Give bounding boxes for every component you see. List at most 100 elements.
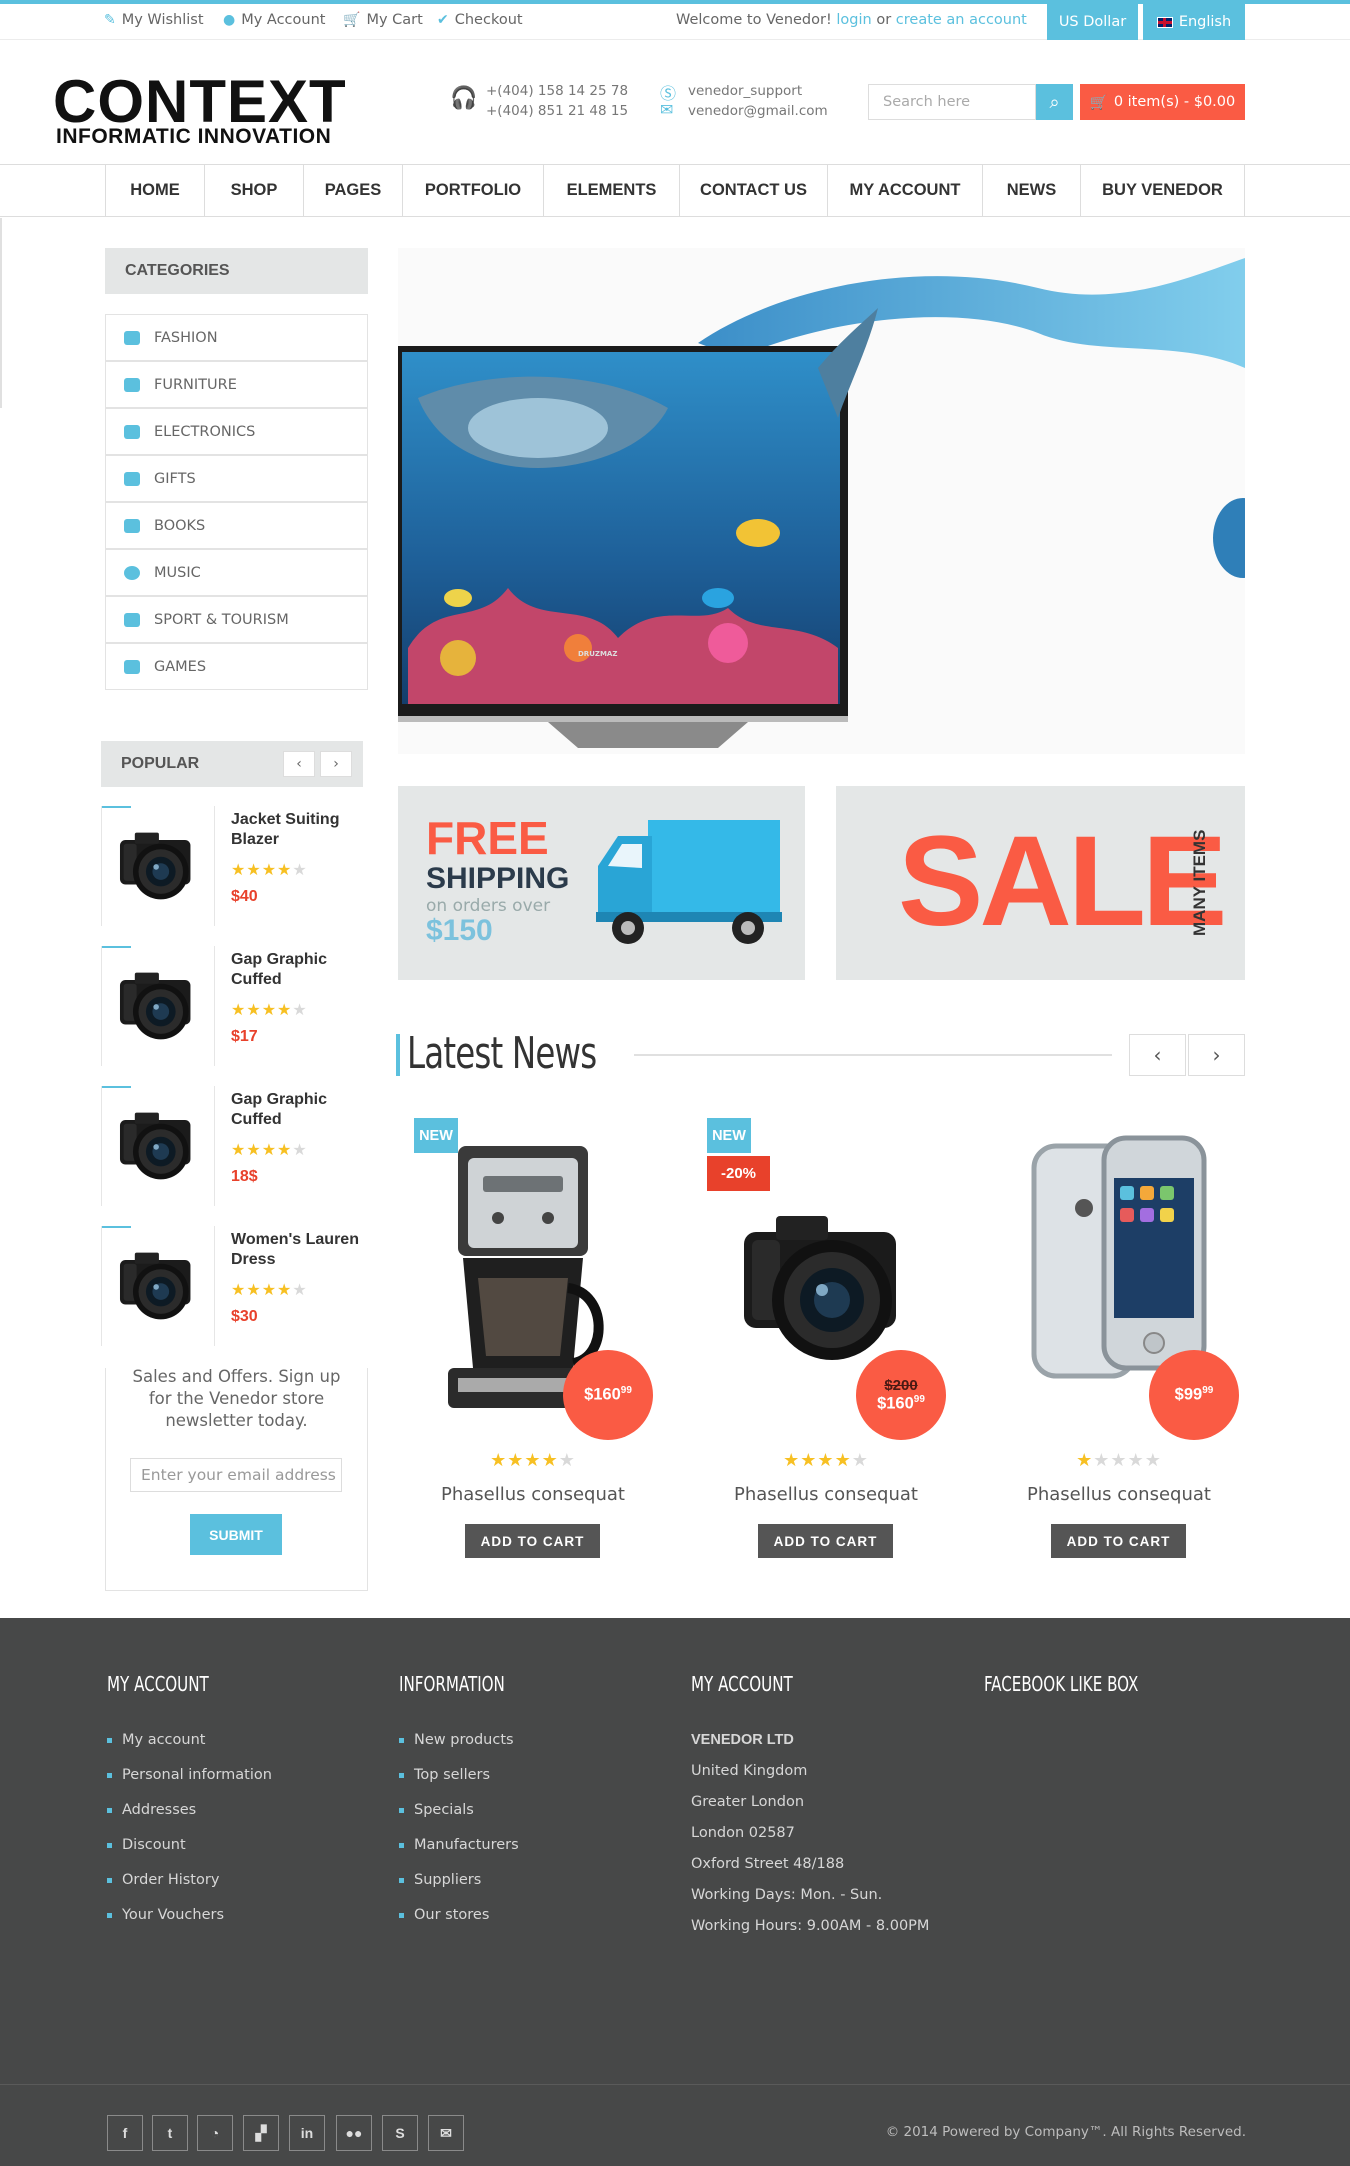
news-next-button[interactable]: › — [1188, 1034, 1245, 1076]
sale-banner[interactable]: SALE MANY ITEMS — [836, 786, 1245, 980]
footer-link[interactable]: Order History — [107, 1872, 272, 1907]
gamepad-icon — [124, 659, 140, 674]
logo-title[interactable]: CONTEXT — [53, 72, 347, 132]
nav-shop[interactable]: SHOP — [204, 165, 303, 216]
language-selector[interactable]: English — [1143, 4, 1245, 40]
camera-image[interactable] — [107, 1238, 209, 1334]
news-prev-button[interactable]: ‹ — [1129, 1034, 1186, 1076]
nav-elements[interactable]: ELEMENTS — [543, 165, 679, 216]
email-link[interactable]: venedor@gmail.com — [688, 101, 828, 121]
nav-my-account[interactable]: MY ACCOUNT — [827, 165, 982, 216]
camera-image[interactable] — [107, 818, 209, 914]
category-fashion[interactable]: FASHION — [105, 314, 368, 361]
product-name[interactable]: Phasellus consequat — [398, 1484, 668, 1505]
popular-item[interactable]: Gap Graphic Cuffed ★★★★★ $17 — [101, 946, 366, 1066]
footer-link[interactable]: Your Vouchers — [107, 1907, 272, 1942]
currency-selector[interactable]: US Dollar — [1047, 4, 1138, 40]
footer-link[interactable]: New products — [399, 1732, 519, 1767]
rating-stars: ★★★★★ — [231, 1280, 308, 1299]
newsletter-submit-button[interactable]: SUBMIT — [190, 1514, 282, 1555]
free-shipping-banner[interactable]: FREE SHIPPING on orders over $150 — [398, 786, 805, 980]
footer-link[interactable]: Our stores — [399, 1907, 519, 1942]
product-name[interactable]: Gap Graphic Cuffed — [231, 950, 371, 990]
footer-link[interactable]: Specials — [399, 1802, 519, 1837]
footer-link[interactable]: Personal information — [107, 1767, 272, 1802]
twitter-icon[interactable]: t — [152, 2115, 188, 2151]
chevron-left-icon: ‹ — [1153, 1043, 1162, 1067]
shirt-icon — [124, 330, 140, 345]
create-account-link[interactable]: create an account — [896, 12, 1027, 28]
footer-address-heading: MY ACCOUNT — [691, 1672, 793, 1696]
ship-line4: $150 — [426, 914, 493, 947]
product-card[interactable]: NEW -20% $200 $16099 ★★★★★ Phasellus con… — [691, 1118, 961, 1558]
footer-link[interactable]: Manufacturers — [399, 1837, 519, 1872]
footer-link[interactable]: Suppliers — [399, 1872, 519, 1907]
nav-news[interactable]: NEWS — [982, 165, 1080, 216]
camera-image[interactable] — [107, 1098, 209, 1194]
category-electronics[interactable]: ELECTRONICS — [105, 408, 368, 455]
category-music[interactable]: MUSIC — [105, 549, 368, 596]
product-price: 18$ — [231, 1168, 258, 1185]
add-to-cart-button[interactable]: ADD TO CART — [465, 1524, 600, 1558]
login-link[interactable]: login — [836, 12, 871, 28]
linkedin-icon[interactable]: in — [289, 2115, 325, 2151]
category-books[interactable]: BOOKS — [105, 502, 368, 549]
search-button[interactable]: ⌕ — [1036, 84, 1073, 120]
add-to-cart-button[interactable]: ADD TO CART — [758, 1524, 893, 1558]
category-furniture[interactable]: FURNITURE — [105, 361, 368, 408]
footer-link[interactable]: Top sellers — [399, 1767, 519, 1802]
nav-portfolio[interactable]: PORTFOLIO — [402, 165, 543, 216]
category-gifts[interactable]: GIFTS — [105, 455, 368, 502]
newsletter-text: Sales and Offers. Sign up for the Venedo… — [132, 1367, 341, 1430]
category-sport-tourism[interactable]: SPORT & TOURISM — [105, 596, 368, 643]
popular-prev-button[interactable]: ‹ — [283, 751, 315, 777]
delicious-icon[interactable]: ▞ — [243, 2115, 279, 2151]
search-input[interactable]: Search here — [868, 84, 1036, 120]
checkout-link[interactable]: ✔ Checkout — [437, 12, 523, 28]
contact-info: venedor_support venedor@gmail.com — [688, 83, 828, 121]
product-name[interactable]: Phasellus consequat — [691, 1484, 961, 1505]
my-cart-link[interactable]: 🛒 My Cart — [343, 12, 423, 28]
ship-line1: FREE — [426, 812, 549, 864]
product-name[interactable]: Gap Graphic Cuffed — [231, 1090, 371, 1130]
newsletter-email-input[interactable]: Enter your email address — [130, 1458, 342, 1492]
popular-item[interactable]: Jacket Suiting Blazer ★★★★★ $40 — [101, 806, 366, 926]
nav-contact-us[interactable]: CONTACT US — [679, 165, 827, 216]
top-bar: ✎ My Wishlist ● My Account 🛒 My Cart ✔ Check… — [0, 4, 1350, 40]
ship-line2: SHIPPING — [426, 862, 570, 895]
product-card[interactable]: NEW $16099 ★★★★★ Phasellus consequat ADD… — [398, 1118, 668, 1558]
footer-link[interactable]: Addresses — [107, 1802, 272, 1837]
rss-icon[interactable]: ◔ — [197, 2115, 233, 2151]
product-name[interactable]: Women's Lauren Dress — [231, 1230, 371, 1270]
facebook-icon[interactable]: f — [107, 2115, 143, 2151]
category-games[interactable]: GAMES — [105, 643, 368, 690]
footer-account-links: My account Personal information Addresse… — [107, 1732, 272, 1942]
footer-link[interactable]: My account — [107, 1732, 272, 1767]
my-account-link[interactable]: ● My Account — [223, 12, 325, 28]
gift-icon — [124, 471, 140, 486]
product-name[interactable]: Phasellus consequat — [984, 1484, 1254, 1505]
camera-image[interactable] — [107, 958, 209, 1054]
nav-buy-venedor[interactable]: BUY VENEDOR — [1080, 165, 1245, 216]
popular-item[interactable]: Gap Graphic Cuffed ★★★★★ 18$ — [101, 1086, 366, 1206]
popular-item[interactable]: Women's Lauren Dress ★★★★★ $30 — [101, 1226, 366, 1346]
nav-pages[interactable]: PAGES — [303, 165, 402, 216]
skype-icon[interactable]: S — [382, 2115, 418, 2151]
product-name[interactable]: Jacket Suiting Blazer — [231, 810, 371, 850]
product-card[interactable]: $9999 ★★★★★ Phasellus consequat ADD TO C… — [984, 1118, 1254, 1558]
disc-icon — [124, 565, 140, 580]
tv-brand-label: DRUZMAZ — [578, 650, 618, 658]
nav-home[interactable]: HOME — [105, 165, 204, 216]
flickr-icon[interactable]: ●● — [336, 2115, 372, 2151]
divider — [101, 946, 102, 1066]
divider — [101, 1086, 102, 1206]
check-icon: ✔ — [437, 12, 449, 28]
popular-next-button[interactable]: › — [320, 751, 352, 777]
hero-slider[interactable]: DRUZMAZ — [398, 248, 1245, 754]
wishlist-link[interactable]: ✎ My Wishlist — [104, 12, 204, 28]
cart-button[interactable]: 🛒 0 item(s) - $0.00 — [1080, 84, 1245, 120]
cart-icon: 🛒 — [1089, 94, 1108, 111]
mail-icon[interactable]: ✉ — [428, 2115, 464, 2151]
footer-link[interactable]: Discount — [107, 1837, 272, 1872]
add-to-cart-button[interactable]: ADD TO CART — [1051, 1524, 1186, 1558]
